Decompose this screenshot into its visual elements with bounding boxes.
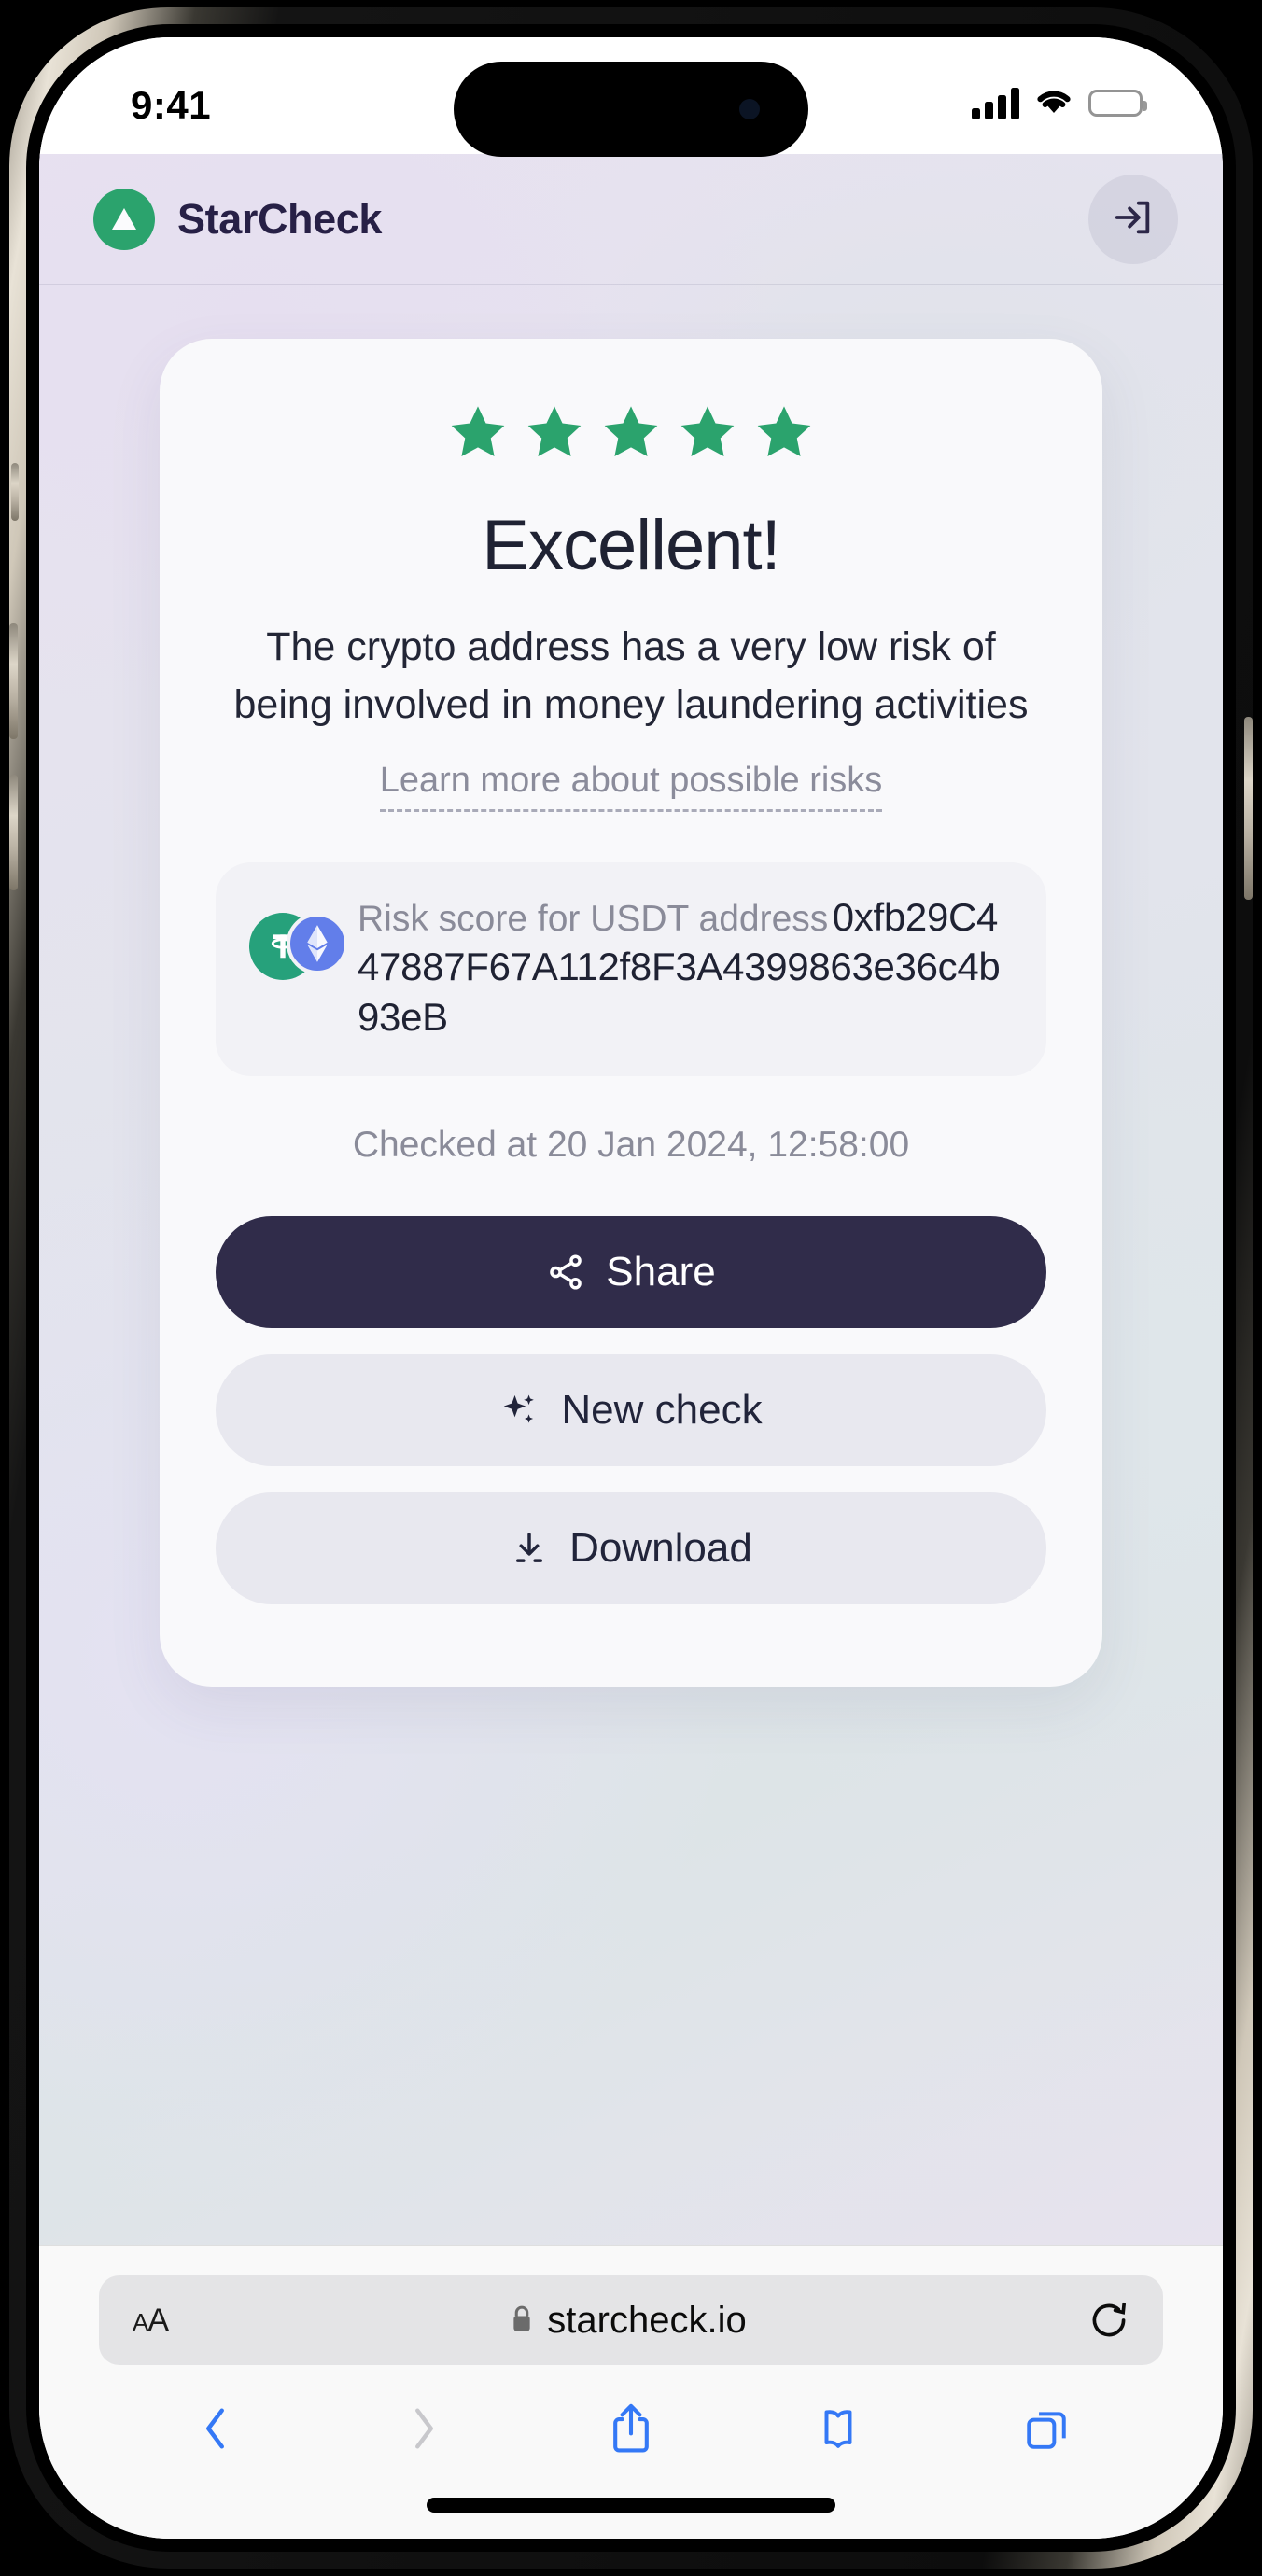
front-camera-icon bbox=[739, 99, 760, 119]
verdict-description: The crypto address has a very low risk o… bbox=[233, 624, 1029, 728]
risk-result-card: Excellent! The crypto address has a very… bbox=[160, 339, 1102, 1687]
book-icon bbox=[815, 2405, 862, 2455]
checked-at-timestamp: Checked at 20 Jan 2024, 12:58:00 bbox=[352, 1124, 910, 1165]
status-bar-clock: 9:41 bbox=[131, 83, 212, 127]
mute-switch-button[interactable] bbox=[11, 463, 19, 521]
text-size-big-a: A bbox=[147, 2302, 169, 2338]
back-button[interactable] bbox=[112, 2387, 319, 2471]
cellular-signal-icon bbox=[972, 87, 1019, 119]
share-button[interactable]: Share bbox=[216, 1215, 1046, 1328]
download-arrow-icon bbox=[510, 1529, 549, 1568]
chevron-left-icon bbox=[193, 2403, 238, 2457]
verdict-title: Excellent! bbox=[482, 506, 781, 585]
tabs-button[interactable] bbox=[943, 2387, 1150, 2471]
star-icon bbox=[523, 402, 586, 464]
app-header: StarCheck bbox=[39, 154, 1223, 285]
reload-button[interactable] bbox=[1088, 2300, 1129, 2341]
star-icon bbox=[599, 402, 663, 464]
starcheck-triangle-logo-icon bbox=[93, 188, 155, 250]
login-button[interactable] bbox=[1088, 174, 1178, 264]
volume-up-button[interactable] bbox=[9, 623, 18, 739]
star-icon bbox=[446, 402, 510, 464]
battery-icon bbox=[1088, 90, 1147, 117]
new-check-button[interactable]: New check bbox=[216, 1353, 1046, 1466]
login-arrow-icon bbox=[1112, 196, 1155, 242]
download-button-label: Download bbox=[569, 1524, 752, 1571]
phone-screen: 9:41 StarCheck Excellent! The crypto add… bbox=[39, 37, 1223, 2539]
tabs-icon bbox=[1023, 2405, 1070, 2455]
ethereum-network-icon bbox=[287, 912, 348, 974]
share-button-label: Share bbox=[606, 1248, 716, 1295]
text-size-button[interactable]: AA bbox=[133, 2302, 169, 2339]
address-label: Risk score for USDT address bbox=[358, 898, 829, 939]
share-nodes-icon bbox=[546, 1253, 585, 1292]
text-size-small-a: A bbox=[133, 2307, 148, 2336]
chevron-right-icon bbox=[401, 2403, 446, 2457]
address-text-block: Risk score for USDT address 0xfb29C44788… bbox=[358, 892, 1013, 1043]
learn-more-link[interactable]: Learn more about possible risks bbox=[379, 761, 883, 812]
web-page-content: StarCheck Excellent! The crypto address … bbox=[39, 154, 1223, 2245]
address-summary-pill[interactable]: Risk score for USDT address 0xfb29C44788… bbox=[216, 861, 1046, 1076]
lock-icon bbox=[510, 2303, 534, 2338]
forward-button[interactable] bbox=[319, 2387, 526, 2471]
coin-icon-group bbox=[249, 912, 348, 982]
bookmarks-button[interactable] bbox=[735, 2387, 942, 2471]
star-icon bbox=[676, 402, 739, 464]
share-page-button[interactable] bbox=[527, 2387, 735, 2471]
status-bar-indicators bbox=[972, 86, 1147, 120]
home-indicator bbox=[427, 2498, 835, 2513]
volume-down-button[interactable] bbox=[9, 775, 18, 890]
address-bar[interactable]: AA starcheck.io bbox=[99, 2275, 1163, 2365]
safari-toolbar bbox=[39, 2387, 1223, 2471]
dynamic-island bbox=[454, 62, 808, 157]
action-button-group: Share New check Download bbox=[160, 1215, 1102, 1604]
wifi-icon bbox=[1034, 86, 1073, 120]
download-button[interactable]: Download bbox=[216, 1491, 1046, 1604]
status-bar: 9:41 bbox=[39, 37, 1223, 157]
sparkles-icon bbox=[499, 1390, 540, 1431]
brand-logo-group[interactable]: StarCheck bbox=[93, 188, 383, 250]
new-check-button-label: New check bbox=[561, 1386, 763, 1433]
phone-frame: 9:41 StarCheck Excellent! The crypto add… bbox=[9, 7, 1253, 2569]
star-icon bbox=[752, 402, 816, 464]
brand-name: StarCheck bbox=[177, 194, 383, 243]
url-text: starcheck.io bbox=[547, 2299, 747, 2341]
share-up-arrow-icon bbox=[609, 2402, 653, 2457]
power-button[interactable] bbox=[1244, 717, 1253, 900]
safari-browser-bar: AA starcheck.io bbox=[39, 2245, 1223, 2539]
star-rating bbox=[160, 402, 1102, 464]
url-display: starcheck.io bbox=[168, 2300, 1088, 2342]
